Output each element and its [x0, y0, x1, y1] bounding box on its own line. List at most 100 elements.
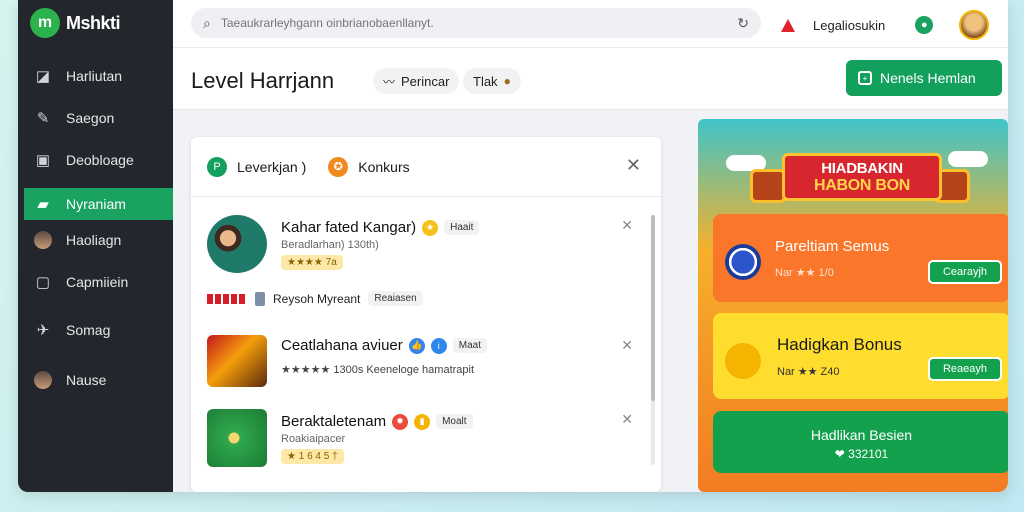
scrollbar-thumb[interactable] [651, 215, 655, 401]
page-title: Level Harrjann [191, 68, 335, 93]
plus-icon: + [858, 71, 872, 85]
sidebar-item-deobloage[interactable]: ▣ Deobloage [24, 144, 173, 176]
sidebar-item-label: Somag [66, 322, 111, 338]
cta-label: Nenels Hemlan [880, 70, 976, 86]
bonus-card[interactable]: Pareltiam Semus Nar ★★ 1/0 Cearayjh [713, 214, 1008, 302]
banner-ribbon: HIADBAKIN HABON BON [782, 153, 942, 201]
bonus-card-title: Pareltiam Semus [775, 238, 890, 255]
pen-icon: ✎ [36, 110, 50, 127]
close-icon[interactable]: ✕ [626, 155, 641, 176]
close-icon[interactable]: ✕ [621, 411, 633, 428]
bonus-footer-card[interactable]: Hadlikan Besien ❤ 332101 [713, 411, 1008, 473]
item-title-row: Ceatlahana aviuer 👍 i Maat [281, 337, 487, 354]
scrollbar[interactable] [651, 215, 655, 465]
search-bar[interactable]: ⌕ ↻ [191, 8, 761, 38]
star-badge-icon: ★ [422, 219, 439, 236]
sidebar-item-label: Deobloage [66, 152, 134, 168]
footer-code: ❤ 332101 [834, 447, 889, 461]
chat-icon[interactable]: ● [915, 16, 934, 34]
bonus-card[interactable]: Hadigkan Bonus Nar ★★ Z40 Reaeayh [713, 313, 1008, 399]
token-icon [725, 244, 761, 280]
top-actions: Legaliosukin ● [781, 10, 990, 40]
sidebar-item-saegon[interactable]: ✎ Saegon [24, 102, 173, 134]
panel-tabs: P Leverkjan ) ✪ Konkurs ✕ [191, 137, 661, 197]
top-bar: ⌕ ↻ Legaliosukin ● [173, 0, 1008, 48]
item-title-row: Beraktaletenam ✹ ▮ Moalt [281, 413, 473, 430]
claim-button[interactable]: Reaeayh [928, 357, 1002, 381]
bird-icon: ✈ [36, 322, 50, 339]
page-header: Level Harrjann 〰 Perincar Tlak ● + Nenel… [173, 48, 1008, 110]
sidebar: m Mshkti ◪ Harliutan ✎ Saegon ▣ Deobloag… [18, 0, 173, 492]
sidebar-item-label: Nause [66, 372, 107, 388]
device-icon [255, 291, 265, 306]
sidebar-item-nause[interactable]: Nause [24, 364, 173, 396]
user-avatar-icon [34, 231, 52, 249]
app-window: m Mshkti ◪ Harliutan ✎ Saegon ▣ Deobloag… [18, 0, 1008, 492]
chip-label: Tlak [473, 73, 498, 89]
list-item[interactable]: Ceatlahana aviuer 👍 i Maat ★★★★★ 1300s K… [207, 335, 637, 389]
fire-icon: ✹ [392, 413, 409, 430]
item-title: Kahar fated Kangar) [281, 219, 417, 236]
item-title: Ceatlahana aviuer [281, 337, 403, 354]
list-panel: P Leverkjan ) ✪ Konkurs ✕ Kahar fated Ka… [191, 137, 661, 492]
lock-icon: ▮ [414, 413, 431, 430]
tab-leverkjan[interactable]: Leverkjan ) [237, 159, 306, 175]
refresh-icon[interactable]: ↻ [737, 15, 749, 32]
sidebar-item-capmiiein[interactable]: ▢ Capmiiein [24, 266, 173, 298]
user-avatar[interactable] [959, 10, 990, 40]
chip-perincar[interactable]: 〰 Perincar [373, 68, 460, 94]
tab-konkurs[interactable]: Konkurs [358, 159, 409, 175]
sidebar-item-harliutan[interactable]: ◪ Harliutan [24, 60, 173, 92]
mini-item-badge: Reaiasen [368, 291, 423, 306]
thumbs-up-icon: 👍 [408, 337, 425, 354]
p-icon: P [207, 156, 227, 177]
footer-title: Hadlikan Besien [810, 427, 913, 443]
close-icon[interactable]: ✕ [621, 217, 633, 234]
item-title: Beraktaletenam [281, 413, 387, 430]
user-thumbnail [207, 215, 267, 273]
sidebar-item-label: Capmiiein [66, 274, 129, 290]
item-title-row: Kahar fated Kangar) ★ Haait [281, 219, 480, 236]
item-badge: Haait [444, 220, 480, 235]
sidebar-item-somag[interactable]: ✈ Somag [24, 314, 173, 346]
bonus-card-sub: Nar ★★ Z40 [777, 366, 840, 378]
sidebar-item-haoliagn[interactable]: Haoliagn [24, 224, 173, 256]
dashboard-icon: ◪ [35, 68, 51, 85]
item-subtitle: Roakiaipacer [281, 433, 346, 445]
game-thumbnail [207, 335, 267, 387]
item-rating: ★ 1 6 4 5 † [281, 449, 344, 464]
sidebar-item-nyraniam[interactable]: ▰ Nyraniam [24, 188, 173, 220]
claim-button[interactable]: Cearayjh [928, 260, 1002, 284]
bonus-promo-panel: HIADBAKIN HABON BON Pareltiam Semus Nar … [698, 119, 1008, 492]
logo-icon: m [30, 8, 60, 38]
app-name: Mshkti [66, 12, 121, 33]
banner-line1: HIADBAKIN [821, 160, 903, 177]
treasure-chest-icon [750, 169, 786, 203]
sidebar-item-label: Saegon [66, 110, 115, 126]
close-icon[interactable]: ✕ [621, 337, 633, 354]
bonus-banner: HIADBAKIN HABON BON [750, 139, 970, 211]
list-item[interactable]: Kahar fated Kangar) ★ Haait Beradlarhan)… [207, 215, 637, 277]
sidebar-item-label: Nyraniam [66, 196, 126, 212]
coin-icon: ● [503, 74, 511, 88]
door-icon: ▣ [35, 152, 51, 169]
brand-logo-icon [207, 293, 247, 304]
folder-icon: ▰ [37, 196, 49, 213]
search-input[interactable] [220, 16, 728, 30]
bonus-card-sub: Nar ★★ 1/0 [775, 267, 834, 279]
primary-cta-button[interactable]: + Nenels Hemlan [846, 60, 1002, 96]
info-icon: i [430, 337, 447, 354]
banner-line2: HABON BON [814, 177, 910, 194]
list-item[interactable]: Beraktaletenam ✹ ▮ Moalt Roakiaipacer ★ … [207, 409, 637, 469]
sidebar-item-label: Harliutan [66, 68, 123, 84]
chip-tlak[interactable]: Tlak ● [463, 68, 521, 94]
trend-icon: 〰 [383, 74, 396, 89]
top-link[interactable]: Legaliosukin [813, 18, 885, 33]
mini-item-text: Reysoh Myreant [273, 291, 361, 306]
main-content: P Leverkjan ) ✪ Konkurs ✕ Kahar fated Ka… [173, 110, 1008, 492]
item-rating: ★★★★★ 1300s Keeneloge hamatrapit [281, 364, 475, 376]
alert-icon[interactable] [781, 18, 795, 32]
app-logo[interactable]: m Mshkti [30, 8, 121, 38]
coin-icon [725, 343, 761, 379]
list-item-mini[interactable]: Reysoh Myreant Reaiasen [207, 291, 423, 306]
